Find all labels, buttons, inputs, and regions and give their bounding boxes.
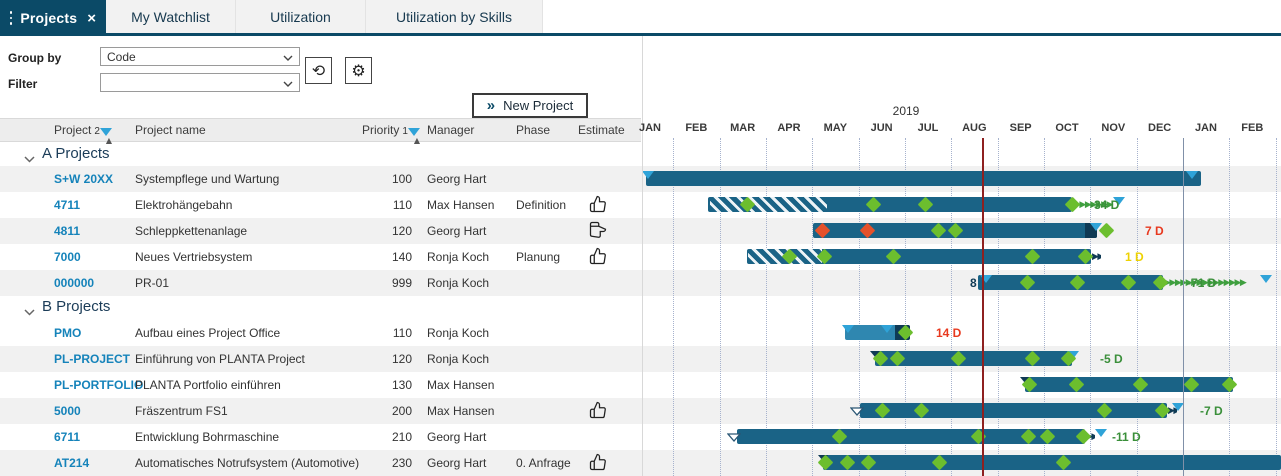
month-label: JUL [905, 122, 951, 134]
app-window: A ProjectsS+W 20XXSystempflege und Wartu… [0, 0, 1281, 476]
month-label: JAN [1183, 122, 1229, 134]
refresh-button[interactable]: ⟲ [305, 57, 332, 84]
double-chevron-icon: » [487, 97, 495, 114]
month-label: MAY [812, 122, 858, 134]
settings-button[interactable]: ⚙ [345, 57, 372, 84]
tab-projects-label: Projects [20, 10, 77, 26]
group-by-label: Group by [8, 51, 61, 65]
new-project-label: New Project [503, 98, 573, 113]
year-boundary-line [1183, 138, 1184, 476]
month-label: FEB [1229, 122, 1275, 134]
month-label: FEB [673, 122, 719, 134]
month-label: NOV [1090, 122, 1136, 134]
month-label: APR [766, 122, 812, 134]
refresh-icon: ⟲ [312, 61, 325, 80]
pane-divider [642, 36, 643, 476]
toolbar: Group by Code Filter ⟲ ⚙ » New Project [0, 36, 641, 118]
tab-utilization[interactable]: Utilization [236, 0, 366, 33]
column-header-project-name[interactable]: Project name [135, 123, 206, 137]
gear-icon: ⚙ [351, 61, 365, 80]
close-tab-icon[interactable]: × [87, 11, 96, 26]
column-header-phase[interactable]: Phase [516, 123, 550, 137]
new-project-button[interactable]: » New Project [472, 93, 588, 118]
column-header-manager[interactable]: Manager [427, 123, 474, 137]
table-header: Project2▲ Project name Priority1▲ Manage… [0, 118, 641, 142]
chevron-down-icon [283, 50, 293, 64]
tab-utilization-by-skills[interactable]: Utilization by Skills [366, 0, 543, 33]
column-header-project[interactable]: Project2▲ [54, 123, 100, 137]
tab-my-watchlist[interactable]: My Watchlist [106, 0, 236, 33]
month-label: JAN [627, 122, 673, 134]
gantt-year-label: 2019 [889, 104, 923, 118]
filter-label: Filter [8, 77, 37, 91]
month-label: SEP [998, 122, 1044, 134]
month-label: MAR [720, 122, 766, 134]
month-label: JUN [859, 122, 905, 134]
tab-projects[interactable]: Projects × [0, 0, 106, 36]
month-label: DEC [1137, 122, 1183, 134]
sort-asc-icon: ▲ [408, 128, 420, 136]
group-by-value: Code [107, 50, 283, 64]
month-label: OCT [1044, 122, 1090, 134]
today-line [982, 138, 984, 476]
filter-dropdown[interactable] [100, 73, 300, 92]
month-label: AUG [951, 122, 997, 134]
group-by-dropdown[interactable]: Code [100, 47, 300, 66]
tab-bar: Projects × My Watchlist Utilization Util… [0, 0, 1281, 36]
chevron-down-icon [283, 76, 293, 90]
sort-asc-icon: ▲ [100, 128, 112, 136]
column-header-estimate[interactable]: Estimate [578, 123, 625, 137]
column-header-priority[interactable]: Priority1▲ [362, 123, 408, 137]
hamburger-menu-icon[interactable] [10, 11, 12, 25]
